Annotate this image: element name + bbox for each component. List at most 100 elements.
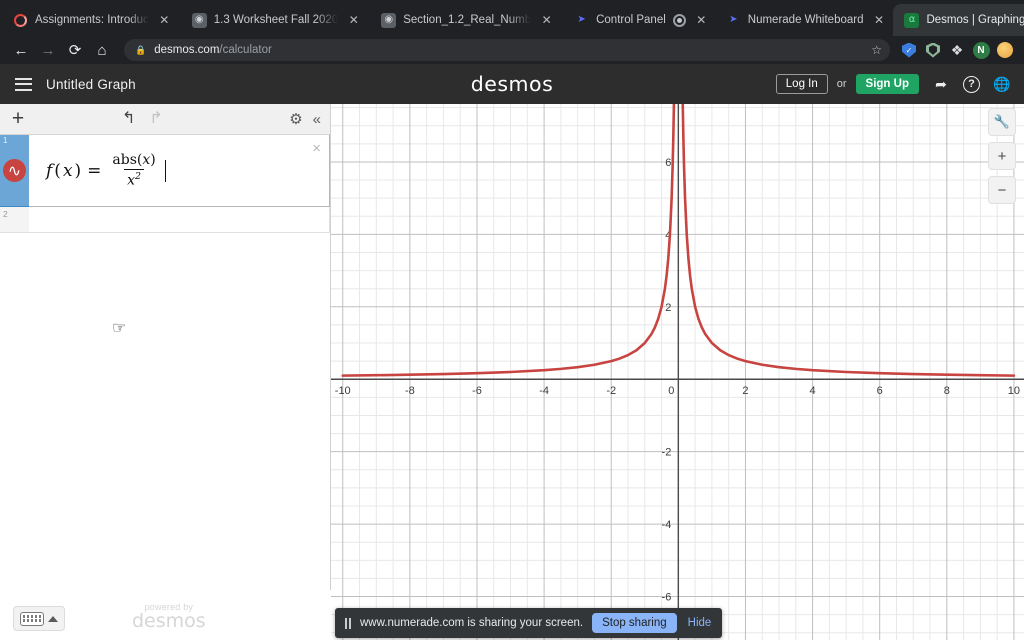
zoom-out-button[interactable]: − — [988, 176, 1016, 204]
tab-close-button[interactable]: ✕ — [538, 12, 555, 29]
globe-icon[interactable]: 🌐 — [992, 74, 1012, 94]
graph-settings-wrench-icon[interactable]: 🔧 — [988, 108, 1016, 136]
text-cursor — [164, 159, 166, 182]
svg-text:-6: -6 — [662, 592, 672, 604]
keyboard-icon — [20, 611, 44, 626]
gray-globe-icon: ◉ — [381, 12, 397, 28]
profile-avatar[interactable]: N — [970, 39, 992, 61]
function-variable: x — [62, 160, 73, 181]
expression-color-bullet[interactable]: ∿ — [3, 159, 26, 182]
tab-strip: Assignments: Introduc ✕ ◉ 1.3 Worksheet … — [0, 0, 1024, 36]
hamburger-icon[interactable] — [6, 64, 40, 104]
tab-title: Section_1.2_Real_Numb — [403, 14, 532, 26]
zoom-in-button[interactable]: + — [988, 142, 1016, 170]
delete-expression-button[interactable]: × — [312, 141, 321, 156]
svg-text:10: 10 — [1008, 385, 1020, 397]
expression-math: f(x) = abs(x) x2 — [46, 152, 166, 189]
browser-tab-worksheet[interactable]: ◉ 1.3 Worksheet Fall 2020 ✕ — [181, 4, 368, 36]
expression-index-2[interactable]: 2 — [0, 207, 29, 233]
share-icon[interactable]: ➦ — [931, 74, 951, 94]
avatar-letter: N — [972, 41, 990, 59]
expression-input-2[interactable] — [29, 207, 330, 233]
extensions-puzzle-icon[interactable]: ❖ — [946, 39, 968, 61]
graph-title[interactable]: Untitled Graph — [46, 77, 136, 92]
svg-text:4: 4 — [810, 385, 816, 397]
tab-title: Desmos | Graphing Cal — [926, 14, 1024, 26]
tab-close-button[interactable]: ✕ — [156, 12, 173, 29]
redo-icon[interactable]: ↱ — [149, 111, 162, 127]
browser-chrome: Assignments: Introduc ✕ ◉ 1.3 Worksheet … — [0, 0, 1024, 64]
expression-input-1[interactable]: f(x) = abs(x) x2 × — [29, 135, 330, 207]
axes — [331, 104, 1024, 640]
stop-sharing-button[interactable]: Stop sharing — [592, 613, 677, 633]
hide-share-bar-button[interactable]: Hide — [686, 617, 714, 629]
tick-labels: -10 -8 -6 -4 -2 2 4 6 8 100642-2-4-6 — [335, 157, 1020, 604]
expression-panel: + ↰ ↱ ⚙ « 1 ∿ f(x) = abs(x) x2 × 2 ☞ pow… — [0, 104, 331, 640]
abs-function: abs — [112, 152, 137, 169]
address-bar[interactable]: 🔒 desmos.com/calculator ☆ — [124, 39, 890, 61]
browser-tab-numerade-whiteboard[interactable]: ➤ Numerade Whiteboard ✕ — [715, 4, 894, 36]
browser-tab-section-real-numbers[interactable]: ◉ Section_1.2_Real_Numb ✕ — [370, 4, 561, 36]
fraction: abs(x) x2 — [109, 152, 158, 189]
paren-close: ) — [74, 160, 82, 181]
pause-icon[interactable] — [345, 617, 351, 629]
svg-text:-2: -2 — [606, 385, 616, 397]
browser-tab-assignments[interactable]: Assignments: Introduc ✕ — [2, 4, 179, 36]
tab-close-button[interactable]: ✕ — [345, 12, 362, 29]
tab-close-button[interactable]: ✕ — [693, 12, 710, 29]
gear-icon[interactable]: ⚙ — [289, 110, 302, 128]
home-icon[interactable]: ⌂ — [89, 37, 115, 63]
svg-text:-6: -6 — [472, 385, 482, 397]
minor-gridlines — [331, 104, 1024, 640]
expression-toolbar: + ↰ ↱ ⚙ « — [0, 104, 330, 135]
sign-up-button[interactable]: Sign Up — [855, 74, 919, 94]
gray-globe-icon: ◉ — [191, 12, 207, 28]
panel-tools: ⚙ « — [289, 110, 330, 129]
powered-by-desmos: powered by desmos — [132, 602, 206, 632]
expression-index-1[interactable]: 1 ∿ — [0, 135, 29, 207]
forward-icon[interactable]: → — [35, 37, 61, 63]
shield-blue-icon[interactable]: ✓ — [898, 39, 920, 61]
blue-app-icon: ➤ — [577, 14, 586, 25]
paren-open: ( — [54, 160, 61, 181]
keyboard-toggle-button[interactable] — [13, 606, 65, 631]
graph-controls: 🔧 + − — [988, 108, 1016, 204]
svg-text:-8: -8 — [405, 385, 415, 397]
expression-row-2[interactable]: 2 — [0, 207, 330, 233]
graph-canvas[interactable]: -10 -8 -6 -4 -2 2 4 6 8 10 0 6 4 2 -2 -4 -6 🔧 + − — [331, 104, 1024, 640]
equals-sign: = — [87, 160, 102, 181]
major-gridlines — [331, 104, 1024, 640]
tab-title: Numerade Whiteboard — [747, 14, 864, 26]
desmos-icon: ⍺ — [904, 12, 920, 28]
expression-row-1[interactable]: 1 ∿ f(x) = abs(x) x2 × — [0, 135, 330, 207]
bookmark-star-icon[interactable]: ☆ — [871, 43, 882, 57]
tab-close-button[interactable]: ✕ — [870, 12, 887, 29]
assignments-icon — [13, 13, 28, 28]
browser-tab-desmos[interactable]: ⍺ Desmos | Graphing Cal ✕ — [893, 4, 1024, 36]
add-expression-button[interactable]: + — [0, 104, 36, 135]
denominator-base: x — [127, 172, 136, 189]
svg-text:2: 2 — [742, 385, 748, 397]
tab-title: 1.3 Worksheet Fall 2020 — [213, 14, 339, 26]
screen-share-bar: www.numerade.com is sharing your screen.… — [335, 608, 723, 638]
undo-icon[interactable]: ↰ — [122, 111, 135, 127]
browser-tab-control-panel[interactable]: ➤ Control Panel ✕ — [563, 4, 713, 36]
reload-icon[interactable]: ⟳ — [62, 37, 88, 63]
svg-text:8: 8 — [944, 385, 950, 397]
collapse-panel-icon[interactable]: « — [313, 111, 321, 128]
account-circle-icon[interactable] — [994, 39, 1016, 61]
tab-title: Assignments: Introduc — [35, 14, 149, 26]
fraction-denominator: x2 — [124, 169, 145, 189]
powered-by-brand: desmos — [132, 610, 206, 633]
svg-text:-4: -4 — [662, 519, 672, 531]
log-in-button[interactable]: Log In — [775, 74, 828, 94]
shield-outline-icon[interactable] — [922, 39, 944, 61]
help-icon[interactable]: ? — [963, 75, 980, 93]
blue-app-icon: ➤ — [729, 14, 738, 25]
paren-close: ) — [150, 152, 156, 169]
chevron-up-icon — [48, 615, 58, 622]
denominator-exponent: 2 — [135, 171, 142, 183]
mouse-cursor-pointer-icon: ☞ — [112, 320, 127, 337]
back-icon[interactable]: ← — [8, 37, 34, 63]
lock-icon: 🔒 — [135, 44, 147, 55]
